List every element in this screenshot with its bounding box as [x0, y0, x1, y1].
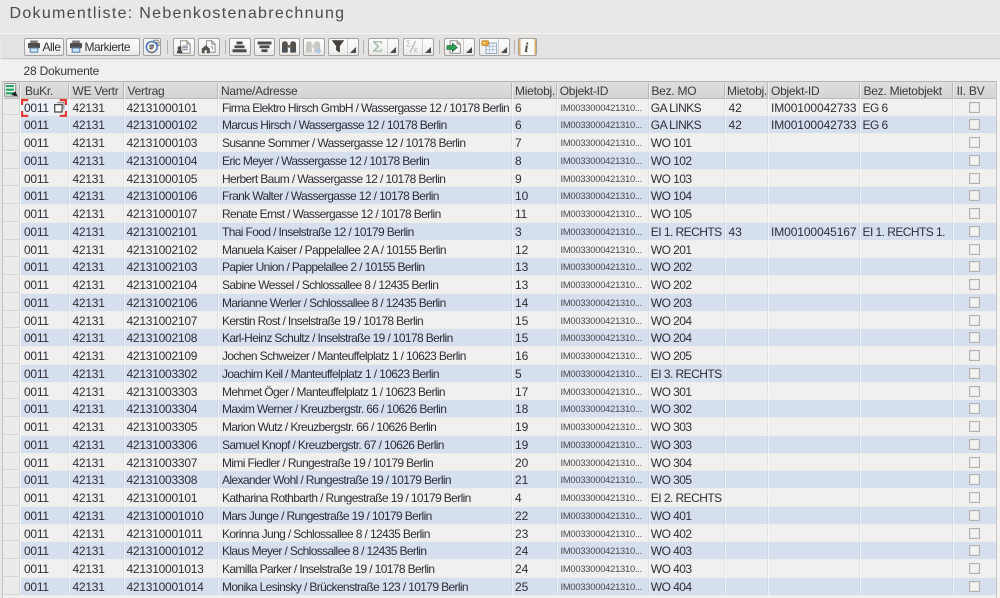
svg-text:i: i	[524, 41, 528, 54]
svg-text:Σ: Σ	[406, 40, 411, 49]
svg-text:x: x	[414, 46, 418, 54]
